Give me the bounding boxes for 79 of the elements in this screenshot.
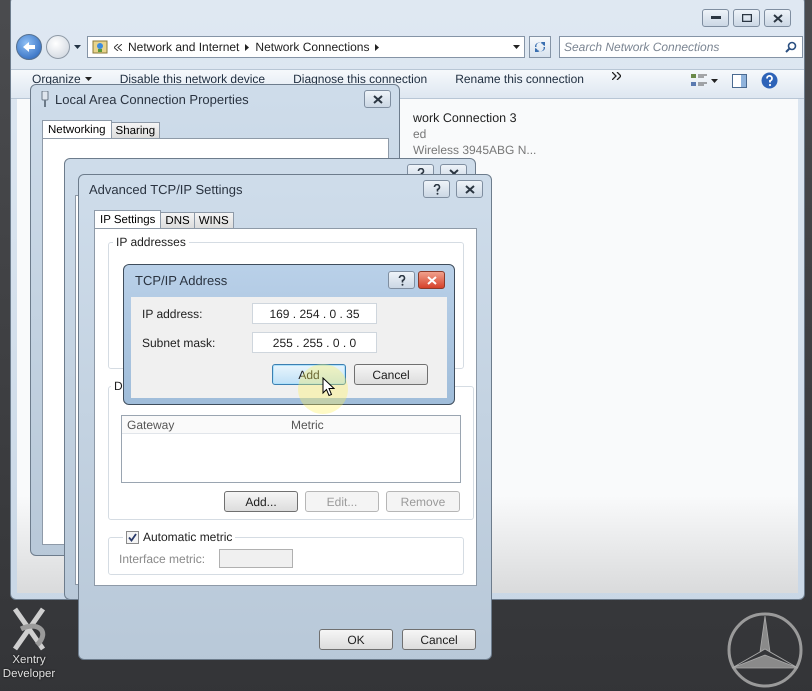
help-icon [761,72,778,89]
dialog-button[interactable]: Cancel [354,364,428,385]
breadcrumb-item[interactable]: Network and Internet [128,40,240,54]
dialog-button[interactable]: Cancel [402,629,476,650]
minimize-icon [710,16,720,20]
preview-pane-button[interactable] [732,74,747,88]
ip-address-field[interactable]: 255 . 255 . 0 . 0 [252,332,377,353]
tab[interactable]: DNS [160,212,195,228]
back-button[interactable] [16,34,42,60]
close-icon [372,94,382,104]
field-label: Interface metric: [119,552,206,566]
dialog-title: TCP/IP Address [135,272,228,288]
maximize-button[interactable] [733,9,760,27]
close-button[interactable] [456,180,483,198]
question-mark-icon [398,274,406,286]
mouse-pointer-icon [322,377,335,397]
double-chevron-icon [612,72,621,80]
checkbox[interactable] [126,530,139,544]
caret-icon [74,45,81,49]
field-label: IP address: [142,306,204,320]
gateway-button[interactable]: Add... [224,491,298,512]
checkmark-icon [128,532,137,542]
network-folder-icon [92,39,108,55]
help-button[interactable] [388,271,415,289]
refresh-arrows-icon [533,41,547,53]
network-adapter-icon [41,91,49,107]
dialog-title: Local Area Connection Properties [55,92,250,106]
question-mark-icon [432,184,440,194]
chevron-right-icon [245,44,250,50]
view-list-icon [691,74,707,87]
tab[interactable]: WINS [194,212,234,228]
refresh-button[interactable] [529,36,551,58]
preview-pane-icon [732,74,747,88]
toolbar-command[interactable]: Organize [32,72,92,86]
column-header[interactable]: Metric [291,418,455,432]
breadcrumb-item[interactable]: Network Connections [255,40,370,54]
chevron-right-icon [375,44,380,50]
desktop-icon-label[interactable]: Xentry Developer [2,653,56,681]
close-icon [772,14,782,22]
dialog-button[interactable]: OK [319,629,393,650]
group-label: D [113,379,124,393]
field-label: Subnet mask: [142,336,216,350]
connection-status: ed [413,127,428,141]
group-label: IP addresses [115,235,187,249]
left-arrow-icon [22,41,36,53]
search-field[interactable]: Search Network Connections [559,36,803,58]
three-pointed-star-logo-icon [726,611,804,689]
toolbar-command[interactable]: Diagnose this connection [293,72,428,86]
help-button[interactable] [423,180,450,198]
close-button[interactable] [418,271,445,289]
toolbar-command[interactable]: Disable this network device [120,72,266,86]
connection-name[interactable]: work Connection 3 [413,111,798,125]
close-icon [426,276,436,284]
caret-icon [711,78,718,82]
checkbox-label: Automatic metric [143,530,232,544]
forward-button[interactable] [46,35,70,59]
connection-device: Wireless 3945ABG N... [413,143,538,157]
tab[interactable]: IP Settings [94,210,162,228]
ip-address-field[interactable]: 169 . 254 . 0 . 35 [252,303,377,324]
cursor-highlight [298,364,348,414]
tab[interactable]: Networking [42,120,112,138]
dialog-button[interactable]: Add [272,364,346,385]
close-icon [464,184,474,194]
view-options-button[interactable] [691,74,718,87]
help-button[interactable] [761,72,778,89]
address-bar[interactable]: Network and Internet Network Connections [87,36,525,58]
metric-field[interactable] [219,549,294,568]
minimize-button[interactable] [702,9,729,27]
dialog-title: Advanced TCP/IP Settings [89,182,244,196]
caret-icon [84,77,92,81]
close-button[interactable] [764,9,791,27]
restore-icon [742,14,752,22]
column-header[interactable]: Gateway [127,418,291,432]
tab[interactable]: Sharing [110,122,160,138]
toolbar-command[interactable]: Rename this connection [455,72,584,86]
caret-icon [513,45,520,49]
double-chevron-icon [114,44,122,50]
search-icon [785,41,797,53]
close-button[interactable] [364,90,391,108]
